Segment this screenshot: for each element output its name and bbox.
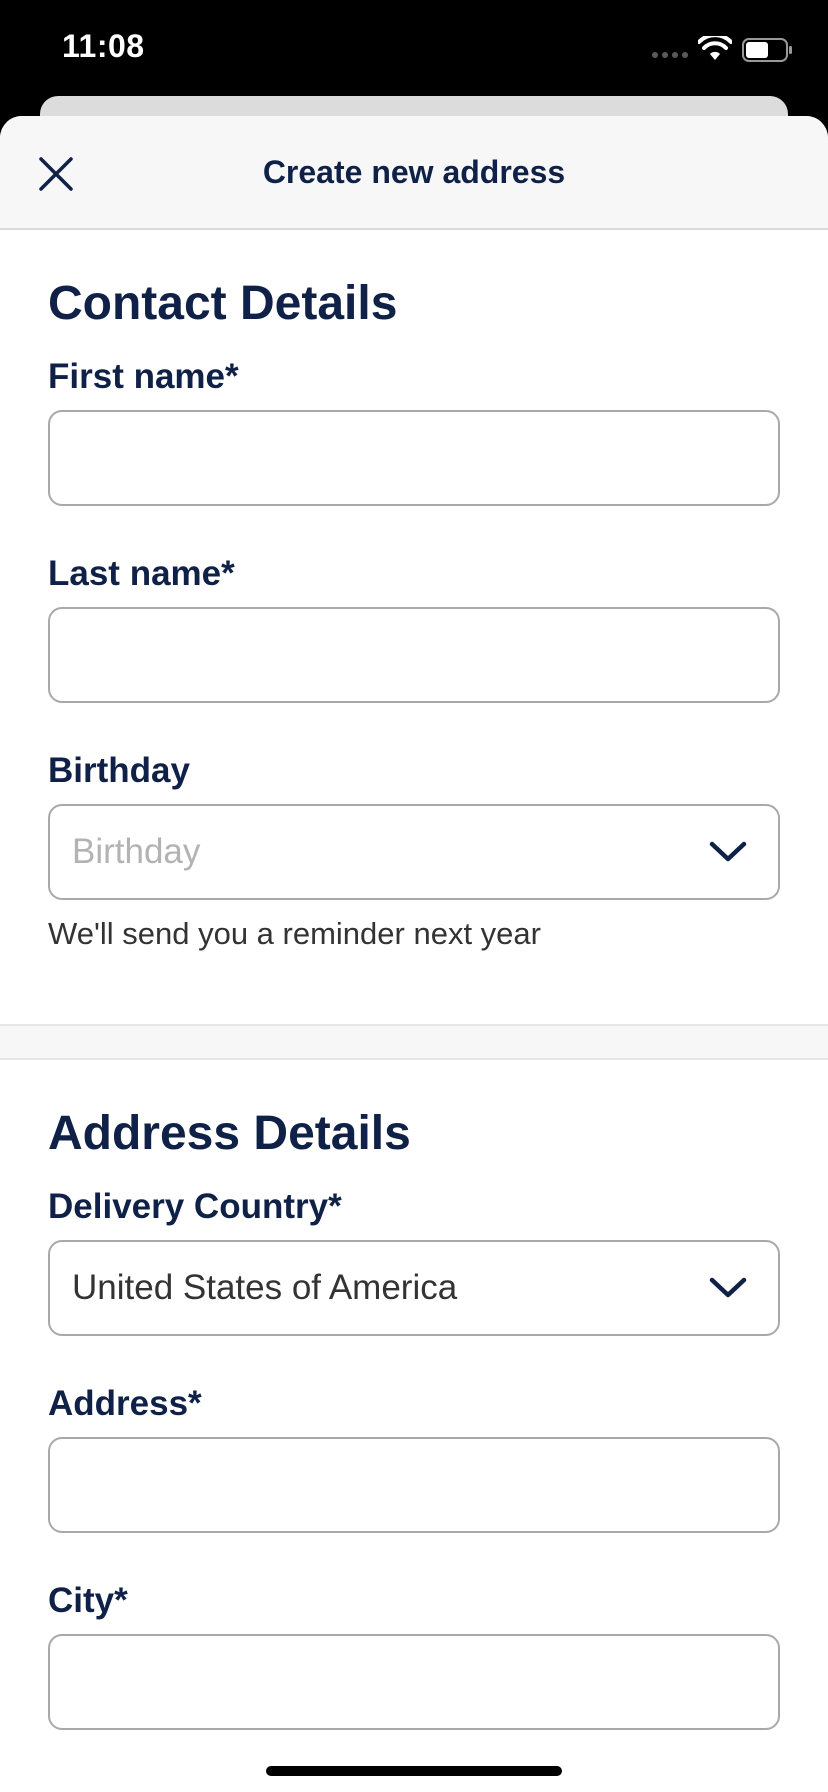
birthday-select[interactable]: Birthday [48, 804, 780, 900]
address-input[interactable] [48, 1437, 780, 1533]
last-name-input[interactable] [48, 607, 780, 703]
signal-icon [652, 52, 690, 60]
delivery-country-select[interactable]: United States of America [48, 1240, 780, 1336]
status-time: 11:08 [62, 28, 145, 64]
birthday-label: Birthday [48, 751, 190, 790]
status-bar: 11:08 [0, 0, 828, 100]
address-details-heading: Address Details [48, 1107, 411, 1160]
last-name-label: Last name* [48, 554, 235, 593]
address-label: Address* [48, 1384, 202, 1423]
sheet-header: Create new address [0, 116, 828, 230]
contact-details-heading: Contact Details [48, 277, 398, 330]
first-name-label: First name* [48, 357, 239, 396]
contact-details-section: Contact Details First name* Last name* B… [0, 276, 828, 952]
delivery-country-value: United States of America [72, 1268, 458, 1307]
address-details-section: Address Details Delivery Country* United… [0, 1106, 828, 1730]
section-divider [0, 1024, 828, 1060]
chevron-down-icon [709, 841, 747, 862]
chevron-down-icon [709, 1277, 747, 1298]
birthday-placeholder: Birthday [72, 832, 201, 871]
city-input[interactable] [48, 1634, 780, 1730]
wifi-icon [698, 36, 732, 60]
battery-icon [742, 38, 792, 62]
delivery-country-label: Delivery Country* [48, 1187, 342, 1226]
first-name-input[interactable] [48, 410, 780, 506]
city-label: City* [48, 1581, 128, 1620]
sheet-title: Create new address [262, 154, 566, 190]
home-indicator [266, 1766, 562, 1776]
birthday-helper-text: We'll send you a reminder next year [48, 916, 541, 951]
create-address-sheet: Create new address Contact Details First… [0, 116, 828, 1792]
